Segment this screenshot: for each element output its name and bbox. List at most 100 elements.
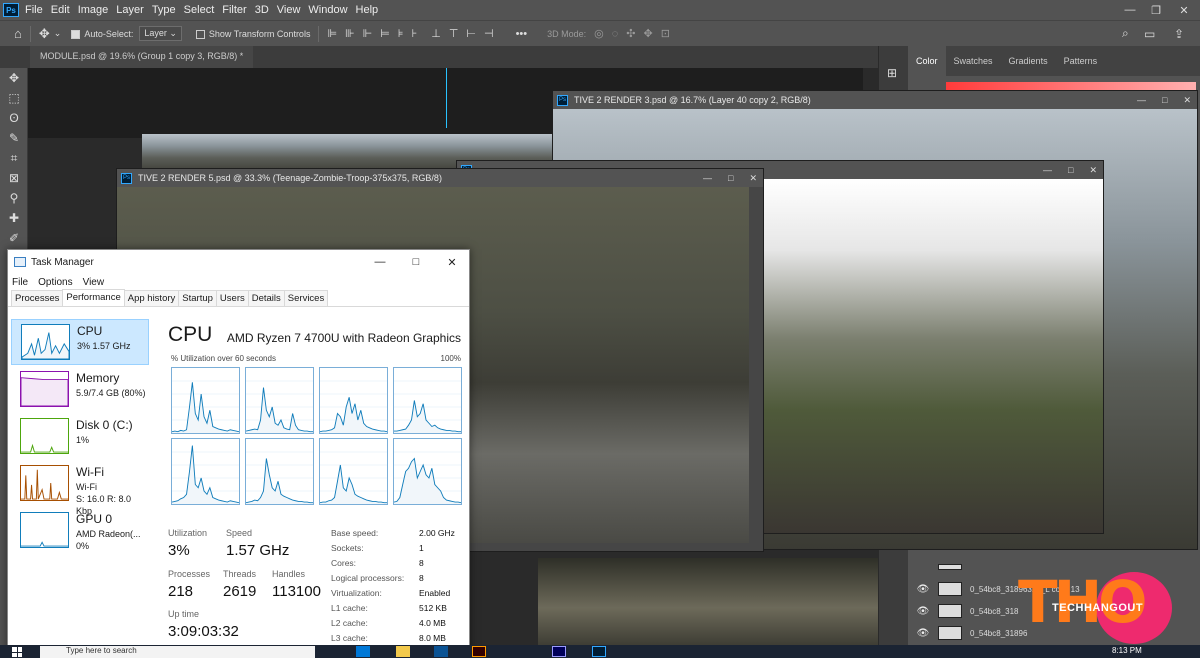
share-icon[interactable]: ⇪ — [1174, 27, 1184, 41]
separator — [318, 25, 320, 42]
core-graph — [393, 367, 462, 434]
detail-key: Logical processors: — [331, 573, 405, 583]
sidebar-item-value: 5.9/7.4 GB (80%) — [76, 388, 146, 398]
minimize-icon[interactable]: — — [1043, 165, 1052, 175]
tab-processes[interactable]: Processes — [11, 290, 64, 306]
minimize-icon[interactable]: — — [1118, 0, 1142, 20]
menu-type[interactable]: Type — [152, 4, 184, 16]
window-titlebar[interactable]: Ps TIVE 2 RENDER 5.psd @ 33.3% (Teenage-… — [117, 169, 763, 187]
close-icon[interactable]: ✕ — [1089, 165, 1097, 176]
tab-app-history[interactable]: App history — [123, 290, 180, 306]
premiere-icon[interactable] — [552, 646, 566, 657]
sidebar-item-cpu[interactable]: CPU 3% 1.57 GHz — [11, 319, 149, 365]
more-icon[interactable]: ••• — [516, 28, 528, 40]
quick-select-tool-icon[interactable]: ✎ — [0, 128, 28, 148]
tab-users[interactable]: Users — [215, 290, 249, 306]
3d-mode-icons[interactable]: ◎◌✣✥⊡ — [594, 27, 678, 40]
history-icon[interactable]: ⊞ — [887, 66, 908, 80]
menu-image[interactable]: Image — [78, 4, 117, 16]
sidebar-item-wifi[interactable]: Wi-Fi Wi-Fi S: 16.0 R: 8.0 Kbp — [11, 461, 149, 516]
photoshop-taskbar-icon[interactable] — [592, 646, 606, 657]
visibility-eye-icon[interactable]: 👁 — [916, 628, 930, 639]
auto-select-dropdown[interactable]: Layer ⌄ — [139, 26, 182, 41]
sidebar-item-gpu[interactable]: GPU 0 AMD Radeon(... 0% — [11, 508, 149, 554]
menu-file[interactable]: File — [25, 4, 51, 16]
separator — [29, 25, 31, 42]
visibility-eye-icon[interactable]: 👁 — [916, 606, 930, 617]
menu-view[interactable]: View — [83, 277, 105, 288]
menu-file[interactable]: File — [12, 277, 28, 288]
menu-window[interactable]: Window — [308, 4, 355, 16]
layer-thumbnail — [938, 564, 962, 570]
healing-tool-icon[interactable]: ✚ — [0, 208, 28, 228]
core-graph — [319, 438, 388, 505]
window-titlebar[interactable]: Ps TIVE 2 RENDER 3.psd @ 16.7% (Layer 40… — [553, 91, 1197, 109]
mail-icon[interactable] — [434, 646, 448, 657]
restore-icon[interactable]: □ — [728, 173, 733, 183]
menu-filter[interactable]: Filter — [222, 4, 254, 16]
search-icon[interactable]: ⌕ — [1122, 26, 1129, 41]
task-manager-window[interactable]: Task Manager — □ ✕ File Options View Pro… — [7, 249, 470, 658]
lasso-tool-icon[interactable]: ʘ — [0, 108, 28, 128]
move-tool-icon[interactable]: ✥ — [39, 26, 50, 42]
tab-startup[interactable]: Startup — [178, 290, 217, 306]
detail-key: Cores: — [331, 558, 357, 568]
menu-3d[interactable]: 3D — [255, 4, 277, 16]
menu-edit[interactable]: Edit — [51, 4, 78, 16]
maximize-icon[interactable]: □ — [398, 250, 434, 274]
distribute-icons[interactable]: ⊥⊤⊢⊣ — [431, 27, 501, 40]
workspace-icon[interactable]: ▭ — [1144, 27, 1155, 41]
restore-icon[interactable]: □ — [1162, 95, 1167, 105]
frame-tool-icon[interactable]: ⊠ — [0, 168, 28, 188]
chevron-down-icon[interactable]: ⌄ — [54, 28, 62, 39]
uptime-value: 3:09:03:32 — [168, 623, 239, 640]
watermark-text: TECHHANGOUT — [1052, 602, 1144, 614]
edge-icon[interactable] — [356, 646, 370, 657]
minimize-icon[interactable]: — — [703, 173, 712, 183]
tab-details[interactable]: Details — [247, 290, 285, 306]
tab-services[interactable]: Services — [283, 290, 329, 306]
illustrator-icon[interactable] — [472, 646, 486, 657]
menu-select[interactable]: Select — [184, 4, 223, 16]
visibility-eye-icon[interactable]: 👁 — [916, 584, 930, 595]
performance-sidebar: CPU 3% 1.57 GHz Memory 5.9/7.4 GB (80%) … — [8, 307, 152, 658]
document-tab-module[interactable]: MODULE.psd @ 19.6% (Group 1 copy 3, RGB/… — [30, 46, 254, 68]
marquee-tool-icon[interactable]: ⬚ — [0, 88, 28, 108]
photoshop-menubar: Ps File Edit Image Layer Type Select Fil… — [0, 0, 1200, 20]
menu-help[interactable]: Help — [356, 4, 387, 16]
sidebar-item-disk[interactable]: Disk 0 (C:) 1% — [11, 414, 149, 460]
home-icon[interactable]: ⌂ — [14, 26, 22, 41]
core-graph-area — [394, 458, 461, 504]
auto-select-checkbox[interactable] — [71, 28, 84, 39]
restore-icon[interactable]: ❐ — [1144, 0, 1168, 20]
tab-swatches[interactable]: Swatches — [946, 56, 1001, 66]
file-explorer-icon[interactable] — [396, 646, 410, 657]
menu-layer[interactable]: Layer — [116, 4, 152, 16]
align-icons[interactable]: ⊫⊪⊩⊨⊧⊦ — [327, 27, 425, 40]
crop-tool-icon[interactable]: ⌗ — [0, 148, 28, 168]
tab-performance[interactable]: Performance — [62, 289, 125, 306]
windows-start-icon[interactable] — [12, 647, 22, 657]
task-manager-icon — [14, 257, 26, 267]
transform-checkbox[interactable] — [195, 28, 209, 39]
tab-gradients[interactable]: Gradients — [1001, 56, 1056, 66]
task-manager-titlebar[interactable]: Task Manager — □ ✕ — [8, 250, 469, 274]
tab-patterns[interactable]: Patterns — [1056, 56, 1106, 66]
close-icon[interactable]: ✕ — [1172, 0, 1196, 20]
sidebar-item-memory[interactable]: Memory 5.9/7.4 GB (80%) — [11, 367, 149, 413]
brush-tool-icon[interactable]: ✐ — [0, 228, 28, 248]
gpu-model: AMD Radeon(... — [76, 529, 141, 539]
minimize-icon[interactable]: — — [1137, 95, 1146, 105]
menu-options[interactable]: Options — [38, 277, 72, 288]
close-icon[interactable]: ✕ — [434, 250, 470, 274]
taskbar-search[interactable]: Type here to search — [40, 646, 315, 658]
close-icon[interactable]: ✕ — [1183, 95, 1191, 106]
eyedropper-tool-icon[interactable]: ⚲ — [0, 188, 28, 208]
restore-icon[interactable]: □ — [1068, 165, 1073, 175]
gpu-usage: 0% — [76, 541, 90, 551]
move-tool-icon[interactable]: ✥ — [0, 68, 28, 88]
tab-color[interactable]: Color — [908, 46, 946, 76]
close-icon[interactable]: ✕ — [749, 173, 757, 184]
minimize-icon[interactable]: — — [362, 250, 398, 274]
menu-view[interactable]: View — [277, 4, 309, 16]
